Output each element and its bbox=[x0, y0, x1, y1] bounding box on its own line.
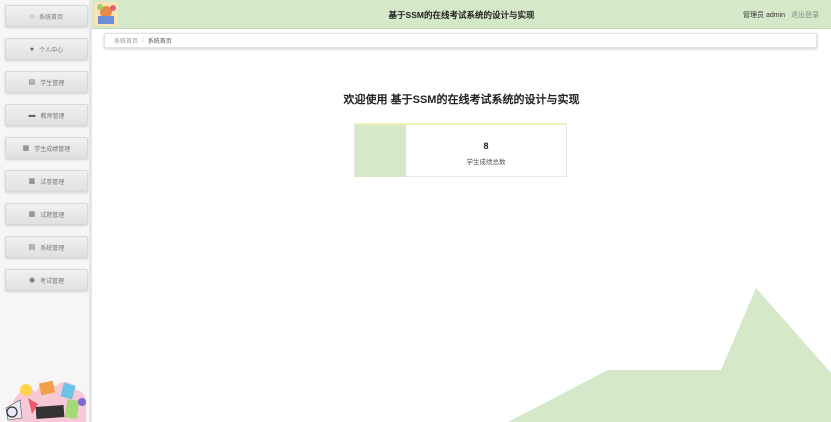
sidebar-item-label: 试卷管理 bbox=[40, 179, 65, 186]
user-icon: ● bbox=[29, 45, 35, 53]
clipboard-icon: ▤ bbox=[28, 243, 36, 251]
sidebar-item-teachers[interactable]: ▬ 教师管理 bbox=[5, 104, 88, 126]
stat-card: 8 学生成绩总数 bbox=[354, 123, 567, 177]
decorative-background-shape bbox=[508, 288, 831, 422]
sidebar-item-label: 系统首页 bbox=[39, 14, 64, 21]
sidebar-item-label: 考试管理 bbox=[40, 278, 65, 285]
card-icon: ▬ bbox=[28, 111, 36, 119]
sidebar-item-student-scores[interactable]: ▦ 学生成绩管理 bbox=[5, 137, 88, 159]
home-icon: ⌂ bbox=[29, 12, 35, 20]
breadcrumb-separator: / bbox=[142, 37, 144, 44]
top-header: 基于SSM的在线考试系统的设计与实现 管理员 admin 退出登录 bbox=[92, 0, 831, 29]
pin-icon: ◉ bbox=[28, 276, 36, 284]
stat-card-icon-block bbox=[355, 125, 406, 177]
logout-link[interactable]: 退出登录 bbox=[791, 12, 819, 19]
sidebar-item-exams[interactable]: ◉ 考试管理 bbox=[5, 269, 88, 291]
sidebar-item-label: 学生管理 bbox=[40, 80, 65, 87]
sidebar-item-home[interactable]: ⌂ 系统首页 bbox=[5, 5, 88, 27]
sidebar-item-questions[interactable]: ▦ 试题管理 bbox=[5, 203, 88, 225]
sidebar-item-personal-center[interactable]: ● 个人中心 bbox=[5, 38, 88, 60]
app-title: 基于SSM的在线考试系统的设计与实现 bbox=[388, 10, 535, 20]
stat-value: 8 bbox=[483, 141, 489, 151]
user-area: 管理员 admin 退出登录 bbox=[743, 10, 819, 20]
breadcrumb: 系统首页 / 系统首页 bbox=[104, 33, 817, 48]
welcome-heading: 欢迎使用 基于SSM的在线考试系统的设计与实现 bbox=[343, 94, 580, 106]
sidebar-item-label: 学生成绩管理 bbox=[34, 146, 71, 153]
sidebar: ⌂ 系统首页 ● 个人中心 ▤ 学生管理 ▬ 教师管理 ▦ 学生成绩管理 ▦ 试… bbox=[0, 0, 92, 422]
current-user: 管理员 admin bbox=[743, 12, 786, 19]
back-to-school-illustration bbox=[5, 380, 87, 422]
clipboard-icon: ▤ bbox=[28, 78, 36, 86]
grid-icon: ▦ bbox=[28, 210, 36, 218]
sidebar-item-label: 试题管理 bbox=[40, 212, 65, 219]
breadcrumb-current: 系统首页 bbox=[147, 39, 172, 45]
grid-icon: ▦ bbox=[22, 144, 30, 152]
sidebar-item-label: 教师管理 bbox=[40, 113, 65, 120]
breadcrumb-home-link[interactable]: 系统首页 bbox=[114, 36, 138, 45]
sidebar-item-label: 系统管理 bbox=[40, 245, 65, 252]
sidebar-item-students[interactable]: ▤ 学生管理 bbox=[5, 71, 88, 93]
stat-label: 学生成绩总数 bbox=[466, 159, 506, 166]
sidebar-item-papers[interactable]: ▦ 试卷管理 bbox=[5, 170, 88, 192]
sidebar-item-label: 个人中心 bbox=[39, 47, 64, 54]
grid-icon: ▦ bbox=[28, 177, 36, 185]
sidebar-item-system[interactable]: ▤ 系统管理 bbox=[5, 236, 88, 258]
